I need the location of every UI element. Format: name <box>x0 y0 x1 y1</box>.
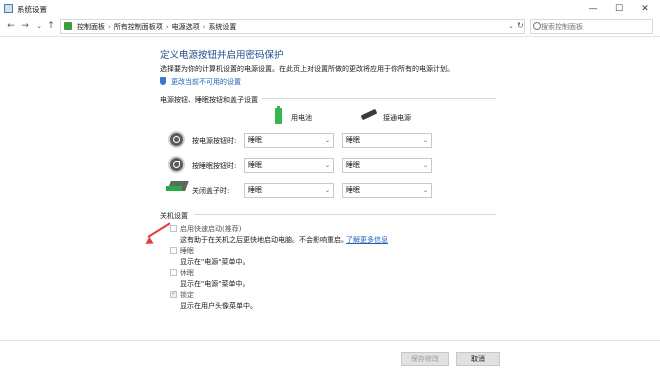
plug-icon <box>360 108 378 121</box>
row-label-sleep-button: 按睡眠按钮时: <box>192 162 237 170</box>
hibernate-checkbox[interactable] <box>170 269 177 276</box>
search-input[interactable] <box>541 22 649 32</box>
section-title-power-buttons: 电源按钮、睡眠按钮和盖子设置 <box>160 96 258 104</box>
select-value: 睡眠 <box>346 186 360 194</box>
footer-divider <box>0 340 660 341</box>
sleep-option-desc: 显示在"电源"菜单中。 <box>180 258 250 266</box>
power-button-icon <box>168 131 185 148</box>
fast-startup-desc: 这有助于在关机之后更快地启动电脑。不会影响重启。 <box>180 236 348 244</box>
sleep-button-plugged-select[interactable]: 睡眠 ⌄ <box>342 158 432 173</box>
fast-startup-label: 启用快速启动(推荐) <box>180 225 242 233</box>
battery-icon <box>275 108 282 124</box>
select-value: 睡眠 <box>346 136 360 144</box>
section-divider <box>194 214 496 215</box>
recent-locations-button[interactable]: ⌄ <box>33 20 45 33</box>
address-dropdown-button[interactable]: ⌄ <box>508 22 514 30</box>
window-title: 系统设置 <box>17 5 47 14</box>
sleep-button-battery-select[interactable]: 睡眠 ⌄ <box>244 158 334 173</box>
change-settings-link[interactable]: 更改当前不可用的设置 <box>171 77 241 87</box>
lock-checkbox[interactable] <box>170 289 177 298</box>
chevron-down-icon: ⌄ <box>324 187 330 194</box>
laptop-lid-icon-base <box>166 186 182 191</box>
breadcrumb-item[interactable]: 控制面板 <box>77 23 105 31</box>
breadcrumb: 控制面板 › 所有控制面板项 › 电源选项 › 系统设置 <box>77 23 237 31</box>
app-icon <box>4 4 13 13</box>
lock-option-label: 锁定 <box>180 291 194 299</box>
breadcrumb-item[interactable]: 电源选项 <box>172 23 200 31</box>
page-title: 定义电源按钮并启用密码保护 <box>160 50 284 61</box>
shield-icon <box>160 77 166 85</box>
cancel-button[interactable]: 取消 <box>456 352 500 366</box>
select-value: 睡眠 <box>248 161 262 169</box>
chevron-down-icon: ⌄ <box>324 137 330 144</box>
title-bar <box>0 0 660 18</box>
back-icon[interactable]: ← <box>5 20 17 33</box>
breadcrumb-item[interactable]: 所有控制面板项 <box>114 23 163 31</box>
select-value: 睡眠 <box>248 186 262 194</box>
fast-startup-checkbox[interactable] <box>170 225 177 232</box>
close-lid-plugged-select[interactable]: 睡眠 ⌄ <box>342 183 432 198</box>
annotation-arrow-head <box>143 236 154 248</box>
chevron-down-icon: ⌄ <box>422 137 428 144</box>
divider <box>0 36 660 37</box>
annotation-arrow <box>147 222 171 238</box>
close-lid-battery-select[interactable]: 睡眠 ⌄ <box>244 183 334 198</box>
power-button-battery-select[interactable]: 睡眠 ⌄ <box>244 133 334 148</box>
hibernate-option-desc: 显示在"电源"菜单中。 <box>180 280 250 288</box>
forward-icon[interactable]: → <box>19 20 31 33</box>
chevron-down-icon: ⌄ <box>324 162 330 169</box>
maximize-button[interactable]: ☐ <box>606 0 632 18</box>
select-value: 睡眠 <box>346 161 360 169</box>
refresh-icon[interactable]: ↻ <box>517 21 524 30</box>
close-button[interactable]: ✕ <box>632 0 658 18</box>
save-button[interactable]: 保存修改 <box>401 352 449 366</box>
row-label-power-button: 按电源按钮时: <box>192 137 237 145</box>
section-title-shutdown: 关机设置 <box>160 212 188 220</box>
column-header-plugged-in: 接通电源 <box>383 114 411 122</box>
breadcrumb-item[interactable]: 系统设置 <box>208 23 236 31</box>
hibernate-option-label: 休眠 <box>180 269 194 277</box>
power-button-plugged-select[interactable]: 睡眠 ⌄ <box>342 133 432 148</box>
page-description: 选择要为你的计算机设置的电源设置。在此页上对设置所做的更改将应用于你所有的电源计… <box>160 65 454 73</box>
section-divider <box>262 98 496 99</box>
select-value: 睡眠 <box>248 136 262 144</box>
sleep-checkbox[interactable] <box>170 247 177 254</box>
chevron-down-icon: ⌄ <box>422 187 428 194</box>
sleep-button-icon <box>168 156 185 173</box>
lock-option-desc: 显示在用户头像菜单中。 <box>180 302 257 310</box>
row-label-close-lid: 关闭盖子时: <box>192 187 230 195</box>
minimize-button[interactable]: — <box>580 0 606 18</box>
search-icon <box>533 22 541 30</box>
sleep-option-label: 睡眠 <box>180 247 194 255</box>
chevron-down-icon: ⌄ <box>422 162 428 169</box>
column-header-battery: 用电池 <box>291 114 312 122</box>
control-panel-icon <box>64 22 72 30</box>
learn-more-link[interactable]: 了解更多信息 <box>346 235 388 245</box>
up-icon[interactable]: ↑ <box>45 20 57 33</box>
